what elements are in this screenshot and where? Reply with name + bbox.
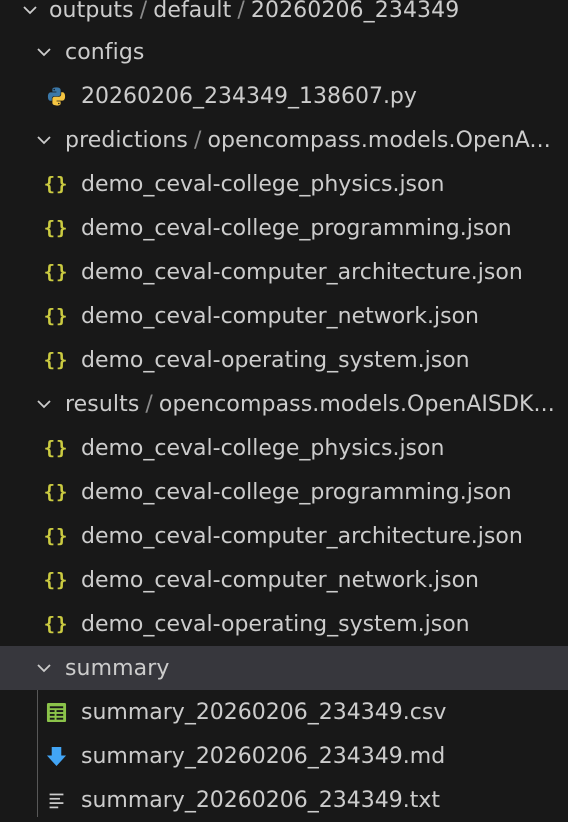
- file-row-json[interactable]: {} demo_ceval-computer_network.json: [0, 558, 568, 602]
- file-label: summary_20260206_234349.md: [81, 743, 446, 769]
- file-row-json[interactable]: {} demo_ceval-college_physics.json: [0, 426, 568, 470]
- json-icon: {}: [43, 349, 69, 371]
- chevron-down-icon: [33, 657, 55, 679]
- json-icon: {}: [43, 217, 69, 239]
- json-icon: {}: [43, 481, 69, 503]
- file-label: demo_ceval-college_physics.json: [81, 171, 445, 197]
- path-separator: /: [145, 391, 153, 417]
- path-separator: /: [237, 0, 245, 23]
- file-label: demo_ceval-college_programming.json: [81, 215, 512, 241]
- json-icon: {}: [43, 613, 69, 635]
- path-segment-run-id[interactable]: 20260206_234349: [251, 0, 459, 23]
- folder-label-configs: configs: [65, 39, 145, 65]
- folder-label-summary: summary: [65, 655, 170, 681]
- folder-row-configs[interactable]: configs: [0, 30, 568, 74]
- file-label: 20260206_234349_138607.py: [81, 83, 417, 109]
- folder-breadcrumb-predictions: predictions / opencompass.models.OpenA...: [65, 128, 551, 153]
- path-segment-results[interactable]: results: [65, 392, 139, 417]
- json-icon: {}: [43, 437, 69, 459]
- folder-row-results[interactable]: results / opencompass.models.OpenAISDK...: [0, 382, 568, 426]
- file-label: demo_ceval-operating_system.json: [81, 347, 470, 373]
- chevron-down-icon: [33, 393, 55, 415]
- file-row-json[interactable]: {} demo_ceval-operating_system.json: [0, 602, 568, 646]
- file-row-csv[interactable]: summary_20260206_234349.csv: [0, 690, 568, 734]
- markdown-download-icon: [45, 745, 67, 767]
- folder-row-outputs-default[interactable]: outputs / default/20260206_234349: [0, 0, 568, 32]
- file-label: demo_ceval-college_physics.json: [81, 435, 445, 461]
- file-label: demo_ceval-computer_architecture.json: [81, 523, 523, 549]
- file-label: summary_20260206_234349.csv: [81, 699, 447, 725]
- file-label: demo_ceval-computer_architecture.json: [81, 259, 523, 285]
- path-separator: /: [139, 0, 148, 23]
- folder-breadcrumb-results: results / opencompass.models.OpenAISDK...: [65, 392, 555, 417]
- chevron-down-icon: [33, 129, 55, 151]
- file-label: demo_ceval-computer_network.json: [81, 303, 479, 329]
- file-row-json[interactable]: {} demo_ceval-computer_architecture.json: [0, 514, 568, 558]
- text-lines-icon: [45, 789, 67, 811]
- path-segment-outputs[interactable]: outputs: [49, 0, 134, 23]
- path-segment-model[interactable]: opencompass.models.OpenAISDK...: [159, 392, 555, 417]
- breadcrumb-path: outputs / default/20260206_234349: [49, 0, 459, 23]
- path-segment-model[interactable]: opencompass.models.OpenA...: [207, 128, 550, 153]
- file-label: summary_20260206_234349.txt: [81, 787, 441, 813]
- json-icon: {}: [43, 569, 69, 591]
- file-row-json[interactable]: {} demo_ceval-operating_system.json: [0, 338, 568, 382]
- folder-row-predictions[interactable]: predictions / opencompass.models.OpenA...: [0, 118, 568, 162]
- path-segment-default[interactable]: default: [153, 0, 231, 23]
- file-row-json[interactable]: {} demo_ceval-college_programming.json: [0, 470, 568, 514]
- csv-table-icon: [45, 701, 67, 723]
- file-label: demo_ceval-operating_system.json: [81, 611, 470, 637]
- json-icon: {}: [43, 525, 69, 547]
- file-row-txt[interactable]: summary_20260206_234349.txt: [0, 778, 568, 822]
- file-row-json[interactable]: {} demo_ceval-computer_network.json: [0, 294, 568, 338]
- file-row-json[interactable]: {} demo_ceval-computer_architecture.json: [0, 250, 568, 294]
- file-row-md[interactable]: summary_20260206_234349.md: [0, 734, 568, 778]
- file-explorer-tree: outputs / default/20260206_234349 configs …: [0, 0, 568, 817]
- file-row-json[interactable]: {} demo_ceval-college_physics.json: [0, 162, 568, 206]
- python-icon: [45, 85, 67, 107]
- file-label: demo_ceval-college_programming.json: [81, 479, 512, 505]
- json-icon: {}: [43, 173, 69, 195]
- json-icon: {}: [43, 305, 69, 327]
- file-row-config-py[interactable]: 20260206_234349_138607.py: [0, 74, 568, 118]
- file-row-json[interactable]: {} demo_ceval-college_programming.json: [0, 206, 568, 250]
- folder-row-summary[interactable]: summary: [0, 646, 568, 690]
- chevron-down-icon: [33, 41, 55, 63]
- path-separator: /: [193, 127, 202, 153]
- json-icon: {}: [43, 261, 69, 283]
- chevron-down-icon: [19, 0, 41, 21]
- path-segment-predictions[interactable]: predictions: [65, 128, 188, 153]
- file-label: demo_ceval-computer_network.json: [81, 567, 479, 593]
